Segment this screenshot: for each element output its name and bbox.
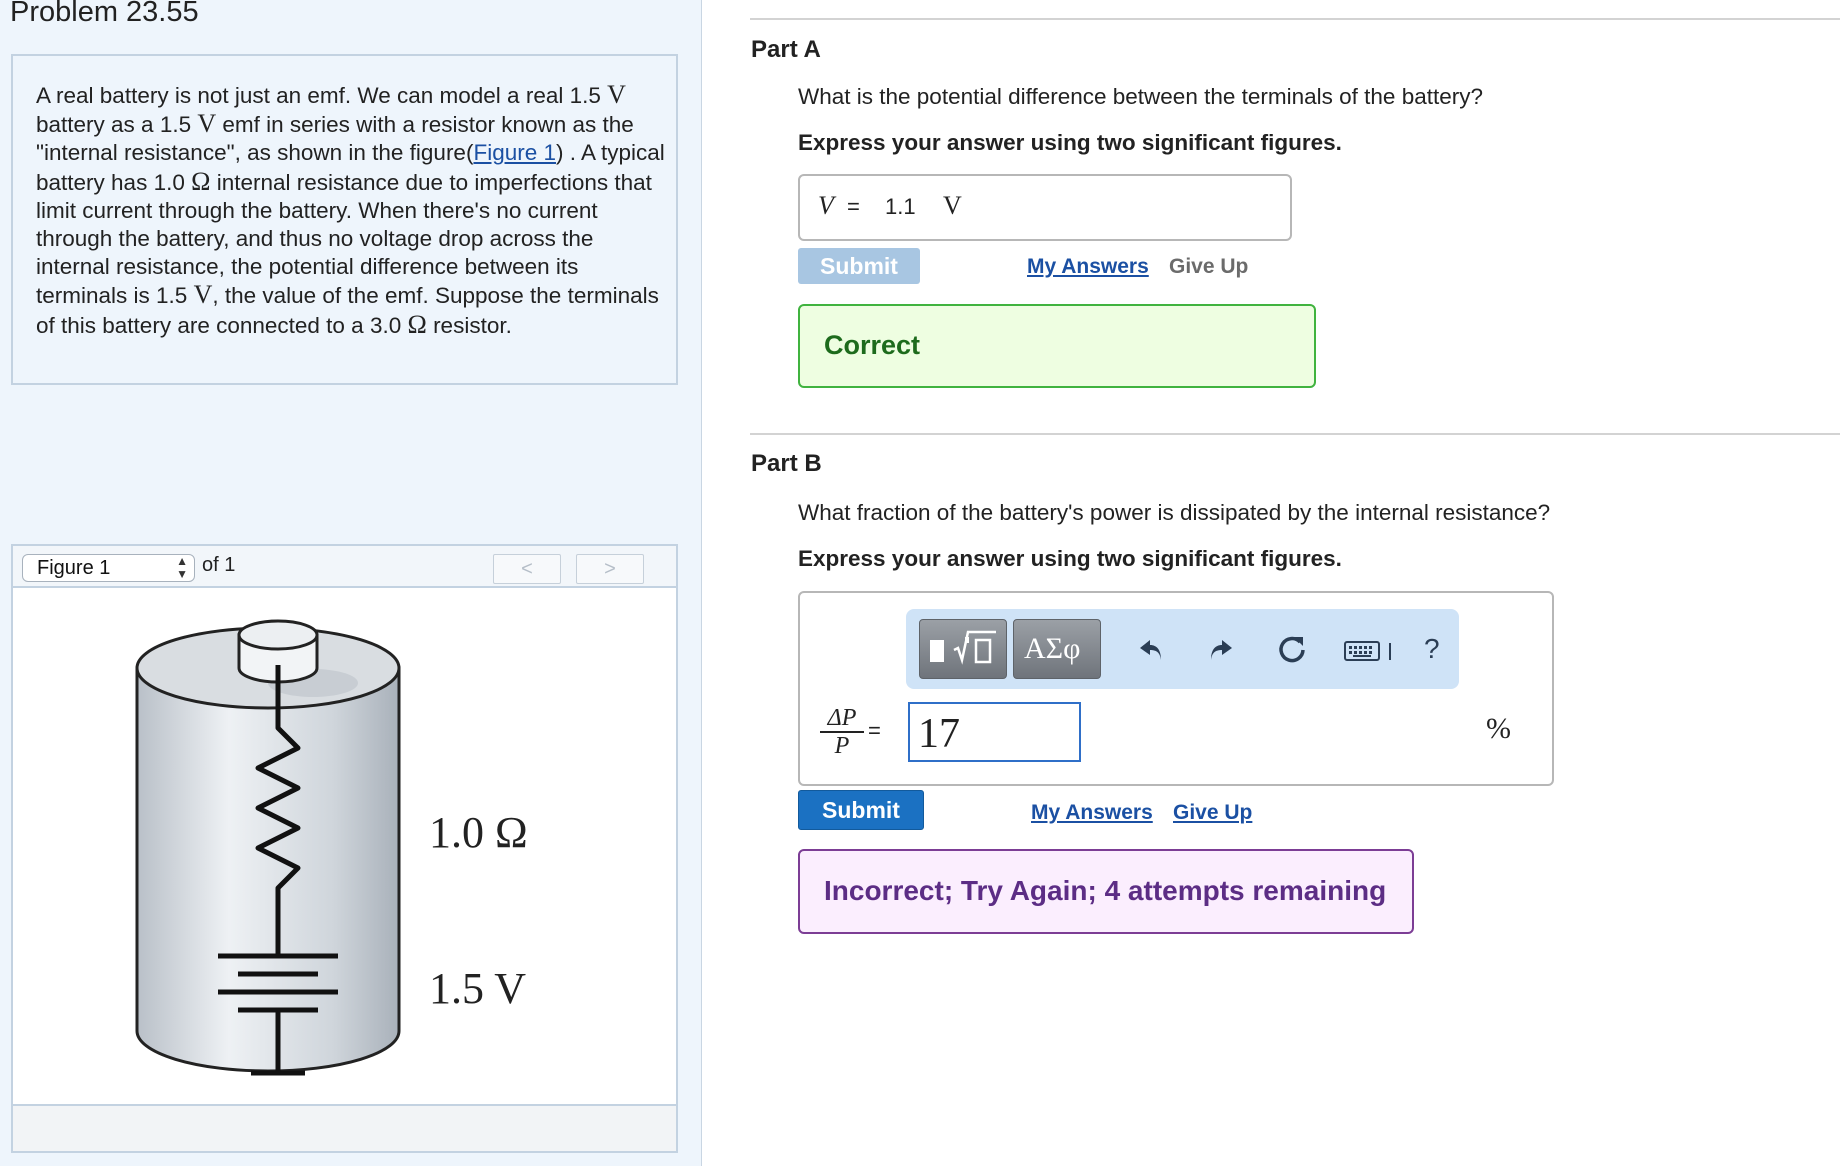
figure-select-value: Figure 1	[37, 557, 111, 579]
part-a-title: Part A	[751, 36, 821, 63]
part-b-title: Part B	[751, 450, 822, 477]
answer-unit-percent: %	[1486, 712, 1511, 745]
problem-text-7: resistor.	[426, 312, 512, 338]
problem-text-2: battery as a 1.5	[36, 112, 198, 138]
problem-panel: Problem 23.55 A real battery is not just…	[0, 0, 702, 1166]
greek-symbols-button[interactable]: ΑΣφ	[1013, 619, 1101, 679]
part-a-instruction: Express your answer using two significan…	[798, 130, 1342, 155]
fraction-delta-p-over-p: ΔP P	[820, 706, 864, 758]
part-b-feedback-incorrect: Incorrect; Try Again; 4 attempts remaini…	[798, 849, 1414, 934]
problem-text-1: A real battery is not just an emf. We ca…	[36, 83, 608, 108]
ohm-symbol: Ω	[407, 309, 427, 339]
figure-count: of 1	[202, 554, 236, 576]
volt-symbol: V	[193, 280, 213, 310]
part-b-instruction: Express your answer using two significan…	[798, 546, 1342, 571]
fraction-denominator: P	[834, 733, 850, 759]
ohm-symbol: Ω	[191, 166, 211, 196]
part-a-feedback-correct: Correct	[798, 304, 1316, 388]
part-a-question: What is the potential difference between…	[798, 84, 1483, 109]
part-a-answer-box: V = 1.1 V	[798, 174, 1292, 241]
feedback-text: Incorrect; Try Again; 4 attempts remaini…	[824, 875, 1387, 906]
part-a-my-answers-link[interactable]: My Answers	[1027, 255, 1149, 279]
previous-figure-button[interactable]: <	[493, 554, 561, 584]
keyboard-icon[interactable]	[1344, 639, 1396, 663]
volt-symbol: V	[197, 109, 217, 139]
internal-resistance-label: 1.0 Ω	[429, 808, 528, 857]
part-a-submit-button[interactable]: Submit	[798, 248, 920, 284]
math-input-toolbar: ΑΣφ ?	[906, 609, 1459, 689]
figure-select[interactable]: Figure 1 ▲ ▼	[22, 554, 195, 582]
part-a-divider	[750, 18, 1840, 20]
battery-diagram: 1.0 Ω 1.5 V	[135, 619, 528, 1076]
fraction-numerator: ΔP	[827, 705, 857, 731]
symbols-label: ΑΣφ	[1024, 632, 1081, 665]
equals-sign: =	[847, 194, 860, 219]
feedback-text: Correct	[824, 330, 921, 360]
fraction-sqrt-template-icon[interactable]	[919, 619, 1007, 679]
answer-variable: V	[818, 191, 834, 220]
help-button[interactable]: ?	[1424, 633, 1440, 665]
figure-image: 1.0 Ω 1.5 V	[11, 588, 678, 1106]
emf-label: 1.5 V	[429, 964, 526, 1013]
figure-toolbar: Figure 1 ▲ ▼ of 1 < >	[11, 544, 678, 588]
problem-title: Problem 23.55	[10, 0, 199, 28]
part-b-answer-input[interactable]: 17	[908, 702, 1081, 762]
equals-sign: =	[868, 718, 881, 743]
volt-symbol: V	[607, 80, 626, 109]
part-b-divider	[750, 433, 1840, 435]
part-a-give-up-link: Give Up	[1169, 255, 1249, 278]
part-b-give-up-link[interactable]: Give Up	[1173, 801, 1252, 825]
figure-caption-bar	[11, 1106, 678, 1153]
reset-icon[interactable]	[1276, 633, 1308, 665]
part-b-my-answers-link[interactable]: My Answers	[1031, 801, 1153, 825]
next-figure-button[interactable]: >	[576, 554, 644, 584]
select-arrows-icon: ▲ ▼	[176, 554, 188, 581]
figure-1-link[interactable]: Figure 1	[473, 140, 556, 165]
problem-statement-box: A real battery is not just an emf. We ca…	[11, 54, 678, 385]
part-b-submit-button[interactable]: Submit	[798, 790, 924, 830]
undo-icon[interactable]	[1136, 634, 1166, 664]
answer-unit: V	[943, 191, 962, 220]
problem-statement: A real battery is not just an emf. We ca…	[36, 80, 666, 340]
part-b-answer-value: 17	[918, 711, 960, 757]
part-a-answer-value: 1.1	[885, 194, 916, 219]
redo-icon[interactable]	[1206, 634, 1236, 664]
part-b-question: What fraction of the battery's power is …	[798, 500, 1551, 525]
